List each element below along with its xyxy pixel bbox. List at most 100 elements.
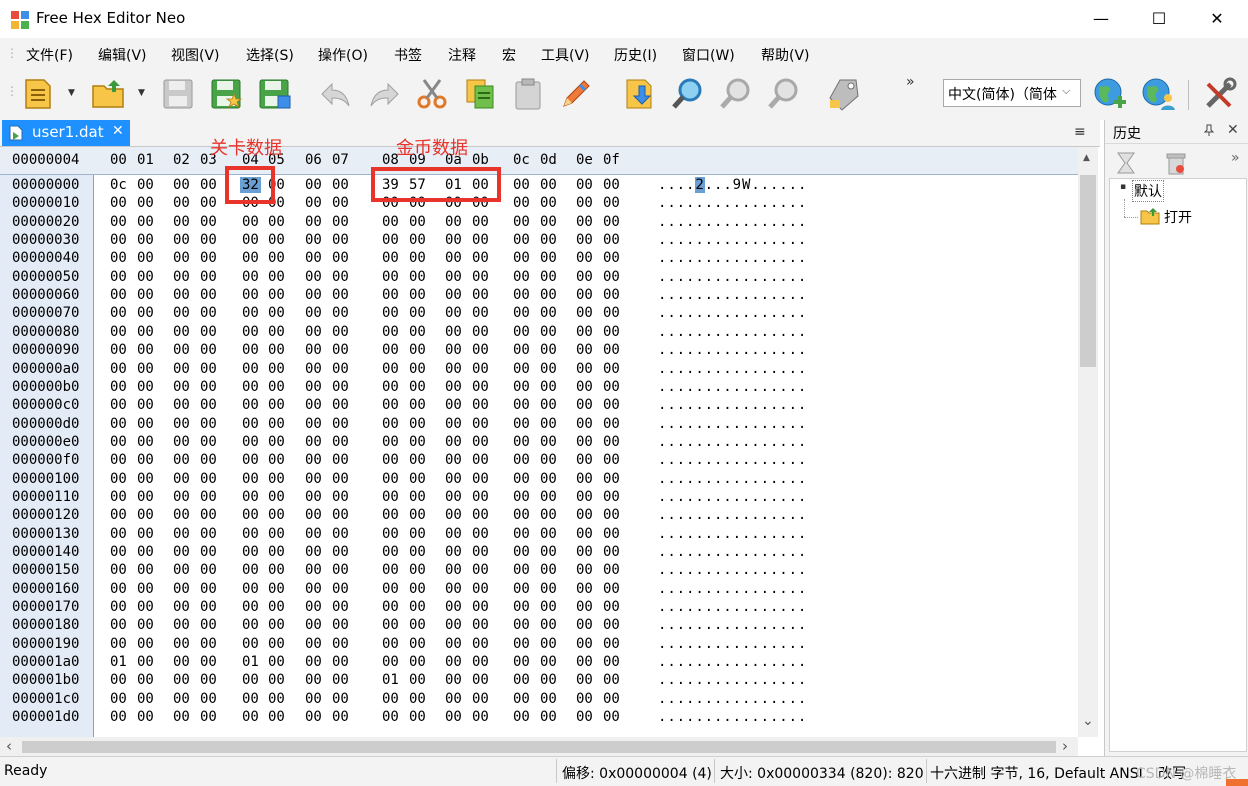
find-next-icon[interactable] bbox=[766, 76, 802, 112]
hex-byte[interactable]: 00 bbox=[242, 581, 259, 597]
hex-byte[interactable]: 00 bbox=[409, 361, 426, 377]
hex-row[interactable]: 00000180 00 00 00 00 00 00 00 00 00 00 00 00 00 00 00 00… bbox=[0, 617, 1078, 635]
hex-byte[interactable]: 00 bbox=[382, 471, 399, 487]
hex-row[interactable]: 000000f0 00 00 00 00 00 00 00 00 00 00 00 00 00 00 00 00… bbox=[0, 452, 1078, 470]
ascii-text[interactable]: ................ bbox=[658, 709, 807, 725]
hex-byte[interactable]: 00 bbox=[137, 324, 154, 340]
hex-byte[interactable]: 00 bbox=[137, 250, 154, 266]
hex-byte[interactable]: 00 bbox=[268, 581, 285, 597]
hex-byte[interactable]: 00 bbox=[382, 379, 399, 395]
hex-byte[interactable]: 00 bbox=[513, 250, 530, 266]
hex-byte[interactable]: 00 bbox=[110, 489, 127, 505]
hex-byte[interactable]: 00 bbox=[242, 672, 259, 688]
menu-select[interactable]: 选择(S) bbox=[246, 45, 294, 65]
hex-byte[interactable]: 00 bbox=[173, 379, 190, 395]
hex-byte[interactable]: 01 bbox=[242, 654, 259, 670]
hex-byte[interactable]: 00 bbox=[110, 305, 127, 321]
hex-byte[interactable]: 00 bbox=[382, 324, 399, 340]
vertical-scroll-thumb[interactable] bbox=[1080, 175, 1096, 367]
hex-byte[interactable]: 00 bbox=[513, 361, 530, 377]
hex-byte[interactable]: 00 bbox=[305, 507, 322, 523]
hex-byte[interactable]: 00 bbox=[382, 397, 399, 413]
hex-byte[interactable]: 00 bbox=[472, 379, 489, 395]
redo-icon[interactable] bbox=[366, 76, 402, 112]
ascii-text[interactable]: ................ bbox=[658, 599, 807, 615]
hex-byte[interactable]: 00 bbox=[445, 489, 462, 505]
hex-row[interactable]: 000000b0 00 00 00 00 00 00 00 00 00 00 00 00 00 00 00 00… bbox=[0, 379, 1078, 397]
hex-byte[interactable]: 00 bbox=[540, 599, 557, 615]
hex-byte[interactable]: 00 bbox=[409, 709, 426, 725]
hex-byte[interactable]: 00 bbox=[603, 636, 620, 652]
hex-byte[interactable]: 00 bbox=[603, 617, 620, 633]
hex-byte[interactable]: 00 bbox=[540, 526, 557, 542]
hex-byte[interactable]: 00 bbox=[137, 177, 154, 193]
hex-byte[interactable]: 00 bbox=[268, 544, 285, 560]
hex-byte[interactable]: 00 bbox=[513, 507, 530, 523]
hex-byte[interactable]: 00 bbox=[445, 581, 462, 597]
hex-byte[interactable]: 00 bbox=[540, 269, 557, 285]
hex-byte[interactable]: 00 bbox=[242, 617, 259, 633]
hex-byte[interactable]: 00 bbox=[445, 342, 462, 358]
hex-byte[interactable]: 00 bbox=[110, 562, 127, 578]
ascii-text[interactable]: ................ bbox=[658, 324, 807, 340]
hex-byte[interactable]: 00 bbox=[242, 562, 259, 578]
paste-icon[interactable] bbox=[510, 76, 546, 112]
hex-byte[interactable]: 00 bbox=[200, 672, 217, 688]
hex-byte[interactable]: 00 bbox=[409, 471, 426, 487]
hex-byte[interactable]: 00 bbox=[305, 416, 322, 432]
hex-byte[interactable]: 00 bbox=[137, 232, 154, 248]
hex-byte[interactable]: 00 bbox=[200, 250, 217, 266]
ascii-text[interactable]: ................ bbox=[658, 654, 807, 670]
hex-byte[interactable]: 00 bbox=[513, 599, 530, 615]
hex-byte[interactable]: 00 bbox=[110, 287, 127, 303]
hex-byte[interactable]: 00 bbox=[200, 214, 217, 230]
scroll-up-icon[interactable]: ▲ bbox=[1083, 153, 1090, 163]
hex-byte[interactable]: 00 bbox=[173, 324, 190, 340]
hex-byte[interactable]: 00 bbox=[268, 342, 285, 358]
hex-byte[interactable]: 00 bbox=[409, 434, 426, 450]
hex-byte[interactable]: 00 bbox=[332, 250, 349, 266]
hex-byte[interactable]: 00 bbox=[200, 581, 217, 597]
hex-byte[interactable]: 00 bbox=[382, 581, 399, 597]
hex-byte[interactable]: 01 bbox=[382, 672, 399, 688]
menu-comments[interactable]: 注释 bbox=[448, 45, 476, 65]
hex-byte[interactable]: 00 bbox=[472, 526, 489, 542]
hex-byte[interactable]: 00 bbox=[382, 434, 399, 450]
hex-byte[interactable]: 00 bbox=[513, 287, 530, 303]
hex-byte[interactable]: 00 bbox=[305, 562, 322, 578]
hex-byte[interactable]: 00 bbox=[200, 452, 217, 468]
hex-byte[interactable]: 00 bbox=[382, 214, 399, 230]
hex-byte[interactable]: 00 bbox=[603, 397, 620, 413]
hex-byte[interactable]: 00 bbox=[173, 195, 190, 211]
hex-byte[interactable]: 00 bbox=[445, 250, 462, 266]
hex-byte[interactable]: 00 bbox=[445, 471, 462, 487]
hex-byte[interactable]: 00 bbox=[576, 232, 593, 248]
hex-byte[interactable]: 00 bbox=[242, 471, 259, 487]
menu-view[interactable]: 视图(V) bbox=[171, 45, 220, 65]
hex-byte[interactable]: 00 bbox=[137, 269, 154, 285]
ascii-text[interactable]: ................ bbox=[658, 489, 807, 505]
hex-byte[interactable]: 00 bbox=[242, 287, 259, 303]
scroll-left-icon[interactable]: ‹ bbox=[6, 737, 12, 755]
hex-byte[interactable]: 00 bbox=[110, 526, 127, 542]
hex-byte[interactable]: 00 bbox=[382, 269, 399, 285]
hex-byte[interactable]: 00 bbox=[513, 342, 530, 358]
hex-byte[interactable]: 00 bbox=[200, 654, 217, 670]
hex-byte[interactable]: 00 bbox=[603, 232, 620, 248]
hex-byte[interactable]: 00 bbox=[305, 232, 322, 248]
hex-byte[interactable]: 00 bbox=[603, 305, 620, 321]
hex-byte[interactable]: 00 bbox=[332, 232, 349, 248]
hex-row[interactable]: 000001a0 01 00 00 00 01 00 00 00 00 00 00 00 00 00 00 00… bbox=[0, 654, 1078, 672]
hex-byte[interactable]: 00 bbox=[200, 342, 217, 358]
hex-byte[interactable]: 00 bbox=[540, 232, 557, 248]
hex-byte[interactable]: 00 bbox=[540, 617, 557, 633]
hex-byte[interactable]: 00 bbox=[576, 250, 593, 266]
hex-byte[interactable]: 00 bbox=[242, 232, 259, 248]
hex-row[interactable]: 00000060 00 00 00 00 00 00 00 00 00 00 00 00 00 00 00 00… bbox=[0, 287, 1078, 305]
hex-byte[interactable]: 00 bbox=[332, 214, 349, 230]
hex-byte[interactable]: 00 bbox=[409, 342, 426, 358]
hex-byte[interactable]: 00 bbox=[200, 397, 217, 413]
save-all-icon[interactable] bbox=[256, 76, 292, 112]
hex-byte[interactable]: 00 bbox=[110, 672, 127, 688]
hex-byte[interactable]: 00 bbox=[110, 636, 127, 652]
